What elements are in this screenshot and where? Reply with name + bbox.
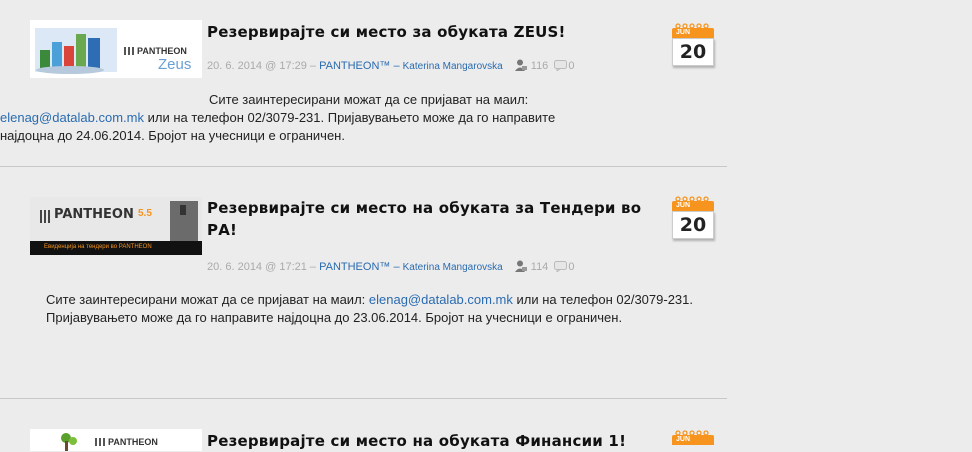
thumb-tagline: Евиденција на тендери во PANTHEON xyxy=(44,244,152,250)
thumb-brand: PANTHEON xyxy=(108,437,158,447)
views-icon xyxy=(514,59,527,71)
post-thumbnail[interactable]: PANTHEON 5.5 Евиденција на тендери во PA… xyxy=(30,197,202,255)
post-tenders: PANTHEON 5.5 Евиденција на тендери во PA… xyxy=(0,167,727,397)
post-date: 20. 6. 2014 @ 17:29 – xyxy=(207,60,320,72)
views-icon xyxy=(514,260,527,272)
post-title[interactable]: Резервирајте си место за обуката ZEUS! xyxy=(207,21,647,43)
post-excerpt: Сите заинтересирани можат да се пријават… xyxy=(46,291,716,327)
comments-count: 0 xyxy=(568,60,575,72)
excerpt-line2-text: или на телефон 02/3079-231. Пријавувањет… xyxy=(144,110,556,125)
meta-separator: – xyxy=(390,261,403,273)
thumb-sub: Zeus xyxy=(158,56,192,73)
comment-icon[interactable] xyxy=(554,60,568,71)
calendar-month: JUN xyxy=(672,28,714,38)
post-title[interactable]: Резервирајте си место на обуката за Тенд… xyxy=(207,197,647,241)
post-author[interactable]: Katerina Mangarovska xyxy=(403,61,503,72)
excerpt-pre: Сите заинтересирани можат да се пријават… xyxy=(46,292,369,307)
post-thumbnail[interactable]: PANTHEON Zeus xyxy=(30,20,202,78)
calendar-icon: JUN xyxy=(672,429,714,451)
email-link[interactable]: elenag@datalab.com.mk xyxy=(369,292,513,307)
post-meta: 20. 6. 2014 @ 17:21 – PANTHEON™ – Kateri… xyxy=(207,260,575,275)
post-date: 20. 6. 2014 @ 17:21 – xyxy=(207,261,320,273)
post-title[interactable]: Резервирајте си место на обуката Финанси… xyxy=(207,430,647,452)
post-category[interactable]: PANTHEON™ xyxy=(319,60,390,72)
excerpt-line3: најдоцна до 24.06.2014. Бројот на учесни… xyxy=(0,128,345,143)
thumb-version: 5.5 xyxy=(138,208,152,219)
post-meta: 20. 6. 2014 @ 17:29 – PANTHEON™ – Kateri… xyxy=(207,59,575,74)
post-category[interactable]: PANTHEON™ xyxy=(319,261,390,273)
calendar-icon: JUN 20 xyxy=(672,195,714,241)
comments-count: 0 xyxy=(568,261,575,273)
excerpt-line1: Сите заинтересирани можат да се пријават… xyxy=(209,92,529,107)
calendar-day: 20 xyxy=(672,38,714,66)
calendar-month: JUN xyxy=(672,201,714,211)
calendar-icon: JUN 20 xyxy=(672,22,714,68)
thumb-brand: PANTHEON xyxy=(137,46,187,56)
thumb-brand: PANTHEON xyxy=(54,207,134,222)
comment-icon[interactable] xyxy=(554,261,568,272)
meta-separator: – xyxy=(390,60,403,72)
calendar-day: 20 xyxy=(672,211,714,239)
calendar-month: JUN xyxy=(672,435,714,445)
views-count: 116 xyxy=(530,60,549,72)
post-author[interactable]: Katerina Mangarovska xyxy=(403,262,503,273)
post-excerpt: Сите заинтересирани можат да се пријават… xyxy=(0,91,727,145)
post-zeus: PANTHEON Zeus Резервирајте си место за о… xyxy=(0,0,727,165)
post-finance: PANTHEON Резервирајте си место на обукат… xyxy=(0,399,727,451)
views-count: 114 xyxy=(530,261,549,273)
email-link[interactable]: elenag@datalab.com.mk xyxy=(0,110,144,125)
excerpt-line2: elenag@datalab.com.mk или на телефон 02/… xyxy=(0,109,727,127)
post-thumbnail[interactable]: PANTHEON xyxy=(30,429,202,451)
